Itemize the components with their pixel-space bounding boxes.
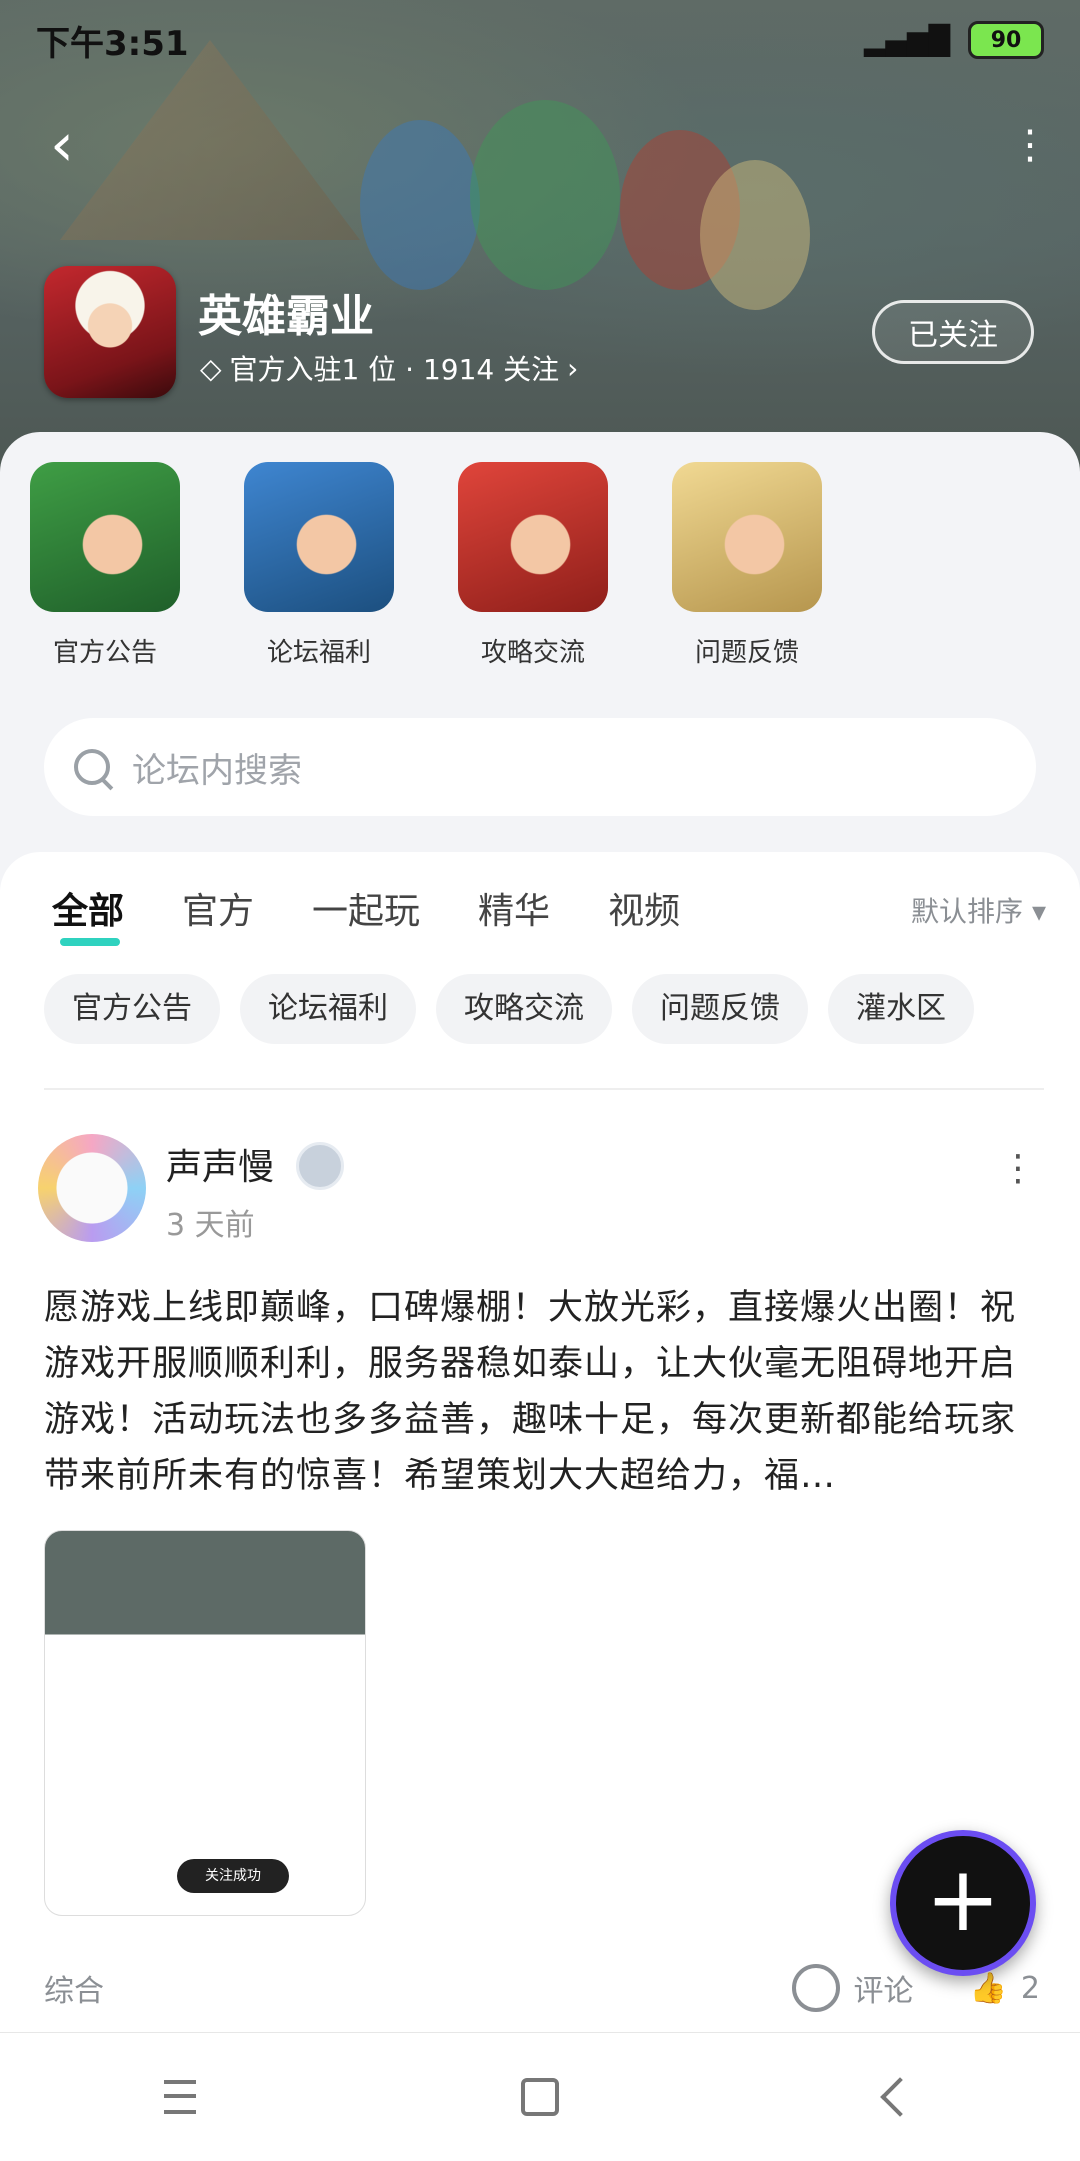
post-image[interactable]: 关注成功 — [44, 1530, 366, 1916]
sort-dropdown[interactable]: 默认排序 ▾ — [911, 890, 1046, 930]
category-welfare[interactable]: 论坛福利 — [244, 462, 394, 669]
chip-welfare[interactable]: 论坛福利 — [240, 974, 416, 1044]
chip-strategy[interactable]: 攻略交流 — [436, 974, 612, 1044]
create-post-button[interactable]: + — [890, 1830, 1036, 1976]
battery-icon: 90 — [968, 21, 1044, 59]
post-author[interactable]: 声声慢 — [166, 1138, 274, 1190]
search-bar[interactable]: 论坛内搜索 — [44, 718, 1036, 816]
sort-label: 默认排序 — [911, 895, 1024, 928]
game-title: 英雄霸业 — [198, 291, 374, 342]
post-category[interactable]: 综合 — [44, 1966, 104, 2010]
avatar[interactable] — [38, 1134, 146, 1242]
status-bar: 下午3:51 ▂▄▆█ 90 — [0, 0, 1080, 80]
category-feedback[interactable]: 问题反馈 — [672, 462, 822, 669]
category-label: 问题反馈 — [694, 638, 799, 668]
category-image — [458, 462, 608, 612]
status-time: 下午3:51 — [36, 23, 189, 64]
tab-official[interactable]: 官方 — [182, 882, 254, 934]
filter-chips: 官方公告 论坛福利 攻略交流 问题反馈 灌水区 — [44, 974, 974, 1044]
comment-button[interactable]: 评论 — [791, 1964, 914, 2012]
post-time: 3 天前 — [166, 1208, 255, 1243]
like-button[interactable]: 👍 2 — [970, 1971, 1040, 2006]
home-button[interactable] — [500, 2057, 580, 2137]
game-meta-text: 官方入驻1 位 · 1914 关注 — [229, 353, 560, 386]
follow-button[interactable]: 已关注 — [872, 300, 1034, 364]
system-back-button[interactable] — [860, 2057, 940, 2137]
chip-offtopic[interactable]: 灌水区 — [828, 974, 974, 1044]
user-badge-icon — [296, 1142, 344, 1190]
category-label: 攻略交流 — [480, 638, 585, 668]
system-nav-bar — [0, 2032, 1080, 2161]
home-icon — [521, 2078, 559, 2116]
comment-icon — [791, 1964, 840, 2012]
post-more-icon[interactable]: ⋮ — [1000, 1148, 1036, 1189]
thumbs-up-icon: 👍 — [969, 1970, 1007, 2006]
menu-icon — [164, 2080, 196, 2114]
category-grid: 官方公告 论坛福利 攻略交流 问题反馈 — [30, 462, 822, 669]
like-count: 2 — [1020, 1970, 1040, 2006]
post-actions: 评论 👍 2 — [791, 1964, 1040, 2012]
post-footer: 综合 评论 👍 2 — [44, 1958, 1040, 2018]
forum-sheet: 官方公告 论坛福利 攻略交流 问题反馈 论坛内搜索 全部 官方 一起玩 精华 视… — [0, 432, 1080, 2052]
back-button[interactable]: ‹ — [50, 115, 110, 175]
menu-button[interactable] — [140, 2057, 220, 2137]
top-nav: ‹ ⋮ — [0, 110, 1080, 180]
search-icon — [72, 747, 112, 787]
diamond-icon: ◇ — [200, 351, 222, 385]
back-icon — [880, 2077, 920, 2117]
chip-official[interactable]: 官方公告 — [44, 974, 220, 1044]
tab-video[interactable]: 视频 — [608, 882, 680, 934]
category-label: 论坛福利 — [266, 638, 371, 668]
category-image — [672, 462, 822, 612]
status-icons: ▂▄▆█ 90 — [864, 21, 1044, 59]
tab-play-together[interactable]: 一起玩 — [312, 882, 420, 934]
banner-art-figure — [700, 160, 810, 310]
caret-down-icon: ▾ — [1031, 895, 1046, 928]
category-official[interactable]: 官方公告 — [30, 462, 180, 669]
search-input[interactable]: 论坛内搜索 — [132, 743, 302, 792]
divider — [44, 1088, 1044, 1090]
more-options-icon[interactable]: ⋮ — [1010, 120, 1050, 180]
game-icon[interactable] — [44, 266, 176, 398]
post-text[interactable]: 愿游戏上线即巅峰，口碑爆棚！大放光彩，直接爆火出圈！祝游戏开服顺顺利利，服务器稳… — [44, 1280, 1040, 1504]
image-toast-text: 关注成功 — [177, 1859, 289, 1893]
category-image — [30, 462, 180, 612]
chip-feedback[interactable]: 问题反馈 — [632, 974, 808, 1044]
signal-icon: ▂▄▆█ — [863, 23, 950, 57]
tab-all[interactable]: 全部 — [52, 882, 124, 946]
feed-tabs: 全部 官方 一起玩 精华 视频 — [52, 882, 680, 946]
game-meta[interactable]: ◇ 官方入驻1 位 · 1914 关注 › — [200, 348, 578, 388]
category-label: 官方公告 — [52, 638, 157, 668]
category-strategy[interactable]: 攻略交流 — [458, 462, 608, 669]
comment-label: 评论 — [853, 1974, 914, 2009]
category-image — [244, 462, 394, 612]
tab-featured[interactable]: 精华 — [478, 882, 550, 934]
chevron-right-icon: › — [567, 351, 579, 385]
